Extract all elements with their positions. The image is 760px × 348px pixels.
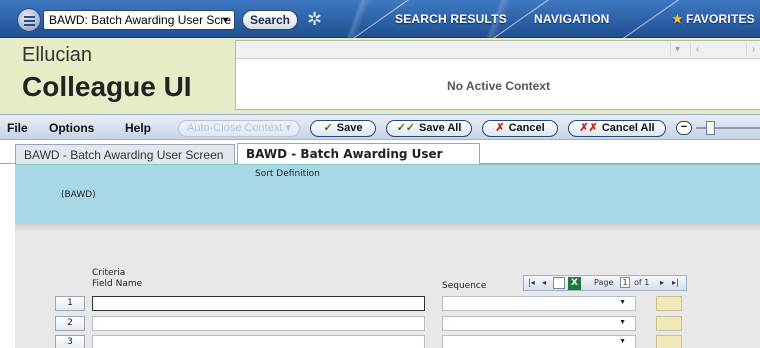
- grid-pager: |◂ ◂ X Page 1 of 1 ▸ ▸|: [523, 275, 687, 291]
- menu-icon[interactable]: [17, 8, 41, 32]
- form-code: (BAWD): [61, 190, 96, 200]
- tab-bawd-inactive[interactable]: BAWD - Batch Awarding User Screen: [15, 144, 235, 165]
- grid-options-icon[interactable]: [553, 277, 565, 289]
- favorites-label: FAVORITES: [685, 12, 755, 26]
- nav-tab-navigation[interactable]: NAVIGATION: [534, 6, 610, 32]
- save-all-button[interactable]: ✓✓ Save All: [386, 120, 472, 137]
- sequence-select[interactable]: ▼: [442, 296, 636, 311]
- tab-bawd-active[interactable]: BAWD - Batch Awarding User Screen: [237, 143, 480, 181]
- auto-close-context-dropdown[interactable]: Auto-Close Context ▾: [178, 120, 300, 137]
- search-button[interactable]: Search: [242, 10, 298, 30]
- criteria-field-input[interactable]: [92, 335, 425, 348]
- auto-close-label: Auto-Close Context: [187, 122, 283, 134]
- next-page-icon[interactable]: ▸: [660, 278, 664, 287]
- context-header: ▾ ‹ ›: [236, 41, 760, 59]
- form-tabs: BAWD - Batch Awarding User Screen BAWD -…: [0, 140, 760, 181]
- cancel-all-label: Cancel All: [601, 122, 655, 134]
- nav-tab-favorites[interactable]: ★ FAVORITES: [672, 6, 755, 32]
- excel-export-icon[interactable]: X: [568, 277, 581, 290]
- panel-divider: [15, 224, 760, 232]
- cancel-all-button[interactable]: ✗✗ Cancel All: [568, 120, 666, 137]
- context-panel: ▾ ‹ › No Active Context: [235, 40, 760, 110]
- cancel-button[interactable]: ✗ Cancel: [482, 120, 558, 137]
- sequence-select[interactable]: ▼: [442, 335, 636, 348]
- sort-definition-label: Sort Definition: [255, 169, 320, 179]
- row-detail-box[interactable]: [656, 316, 682, 331]
- row-detail-box[interactable]: [656, 335, 682, 348]
- save-button[interactable]: ✓ Save: [310, 120, 376, 137]
- zoom-out-icon[interactable]: −: [676, 121, 692, 135]
- criteria-field-input[interactable]: [92, 316, 425, 331]
- nav-tab-search-results[interactable]: SEARCH RESULTS: [395, 6, 507, 32]
- save-all-label: Save All: [419, 122, 462, 134]
- zoom-slider[interactable]: −: [676, 121, 760, 135]
- page-label: Page: [594, 278, 614, 287]
- sequence-label: Sequence: [442, 281, 487, 291]
- nav-separator: [622, 0, 680, 38]
- cancel-label: Cancel: [508, 122, 545, 134]
- page-of-label: of 1: [634, 278, 650, 287]
- row-number-button[interactable]: 1: [55, 296, 85, 311]
- chevron-down-icon: ▼: [619, 319, 626, 326]
- check-icon: ✓: [323, 122, 333, 134]
- brand-vendor: Ellucian: [22, 44, 93, 66]
- row-number-button[interactable]: 3: [55, 335, 85, 348]
- double-check-icon: ✓✓: [396, 122, 416, 134]
- criteria-field-input[interactable]: [92, 296, 425, 311]
- toolbar: File Options Help Auto-Close Context ▾ ✓…: [0, 114, 760, 140]
- brand-product: Colleague UI: [22, 71, 192, 102]
- zoom-thumb[interactable]: [706, 121, 715, 135]
- form-select-value: BAWD: Batch Awarding User Scre: [49, 13, 232, 27]
- context-dropdown-icon[interactable]: ▾: [670, 43, 684, 56]
- menu-help[interactable]: Help: [125, 121, 151, 135]
- context-status: No Active Context: [447, 79, 550, 93]
- double-cross-icon: ✗✗: [579, 122, 598, 134]
- field-name-label: Field Name: [92, 279, 143, 289]
- first-page-icon[interactable]: |◂: [528, 278, 535, 287]
- row-number-button[interactable]: 2: [55, 316, 85, 331]
- menu-options[interactable]: Options: [49, 121, 94, 135]
- page-number-input[interactable]: 1: [620, 277, 630, 288]
- row-detail-box[interactable]: [656, 296, 682, 311]
- cross-icon: ✗: [495, 122, 505, 134]
- chevron-down-icon: ▼: [619, 299, 626, 306]
- context-prev-icon[interactable]: ‹: [690, 43, 704, 56]
- sequence-select[interactable]: ▼: [442, 316, 636, 331]
- criteria-label: Criteria: [92, 268, 126, 278]
- star-icon: ★: [672, 12, 683, 26]
- save-label: Save: [336, 122, 363, 134]
- last-page-icon[interactable]: ▸|: [672, 278, 679, 287]
- form-select-dropdown[interactable]: BAWD: Batch Awarding User Scre ▼: [43, 10, 235, 30]
- chevron-down-icon: ▼: [619, 338, 626, 345]
- advanced-search-icon[interactable]: ✲: [307, 8, 329, 30]
- top-navigation-bar: BAWD: Batch Awarding User Scre ▼ Search …: [0, 0, 760, 38]
- app-header: Ellucian Colleague UI ▾ ‹ › No Active Co…: [0, 38, 760, 114]
- menu-file[interactable]: File: [7, 121, 28, 135]
- prev-page-icon[interactable]: ◂: [542, 278, 546, 287]
- chevron-down-icon: ▼: [221, 15, 230, 25]
- left-margin: [0, 164, 15, 348]
- context-next-icon[interactable]: ›: [746, 43, 760, 56]
- form-header-panel: Sort Definition (BAWD): [15, 164, 760, 224]
